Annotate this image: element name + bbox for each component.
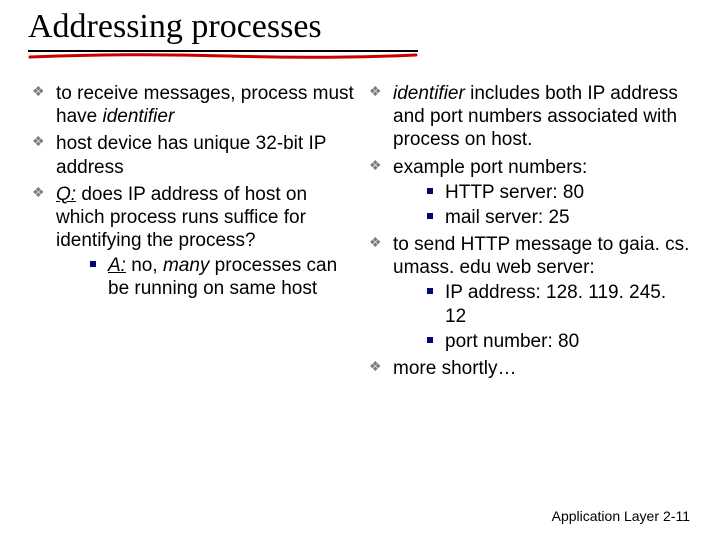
- right-item-3-sub: IP address: 128. 119. 245. 12 port numbe…: [393, 281, 692, 353]
- right-item-4: more shortly…: [369, 357, 692, 380]
- left-column: to receive messages, process must have i…: [28, 82, 355, 384]
- footer: Application Layer2-11: [552, 508, 690, 524]
- right-item-3-sub-1: IP address: 128. 119. 245. 12: [427, 281, 692, 327]
- left-item-1: to receive messages, process must have i…: [32, 82, 355, 128]
- slide-title: Addressing processes: [28, 8, 322, 46]
- footer-label: Application Layer: [552, 508, 659, 524]
- text: no,: [126, 255, 163, 276]
- text-italic: identifier: [393, 83, 465, 104]
- right-item-3-sub-2: port number: 80: [427, 330, 692, 353]
- left-item-3: Q: does IP address of host on which proc…: [32, 183, 355, 301]
- text: to receive messages, process must have: [56, 83, 354, 127]
- right-item-2-sub-1: HTTP server: 80: [427, 181, 692, 204]
- right-item-1: identifier includes both IP address and …: [369, 82, 692, 152]
- columns: to receive messages, process must have i…: [28, 82, 692, 384]
- left-item-3-sub-1: A: no, many processes can be running on …: [90, 254, 355, 300]
- left-item-3-sub: A: no, many processes can be running on …: [56, 254, 355, 300]
- left-list: to receive messages, process must have i…: [28, 82, 355, 301]
- footer-page: 2-11: [663, 508, 690, 524]
- right-item-3: to send HTTP message to gaia. cs. umass.…: [369, 233, 692, 353]
- right-list: identifier includes both IP address and …: [365, 82, 692, 380]
- text: to send HTTP message to gaia. cs. umass.…: [393, 234, 689, 278]
- title-underline: [28, 48, 418, 58]
- right-item-2: example port numbers: HTTP server: 80 ma…: [369, 156, 692, 230]
- right-item-2-sub: HTTP server: 80 mail server: 25: [393, 181, 692, 229]
- q-label: Q:: [56, 184, 76, 205]
- right-column: identifier includes both IP address and …: [355, 82, 692, 384]
- text-italic: identifier: [102, 106, 174, 127]
- text-italic: many: [163, 255, 209, 276]
- right-item-2-sub-2: mail server: 25: [427, 206, 692, 229]
- a-label: A:: [108, 255, 126, 276]
- left-item-2: host device has unique 32-bit IP address: [32, 132, 355, 178]
- slide: Addressing processes to receive messages…: [0, 0, 720, 540]
- text: does IP address of host on which process…: [56, 184, 307, 251]
- text: example port numbers:: [393, 157, 587, 178]
